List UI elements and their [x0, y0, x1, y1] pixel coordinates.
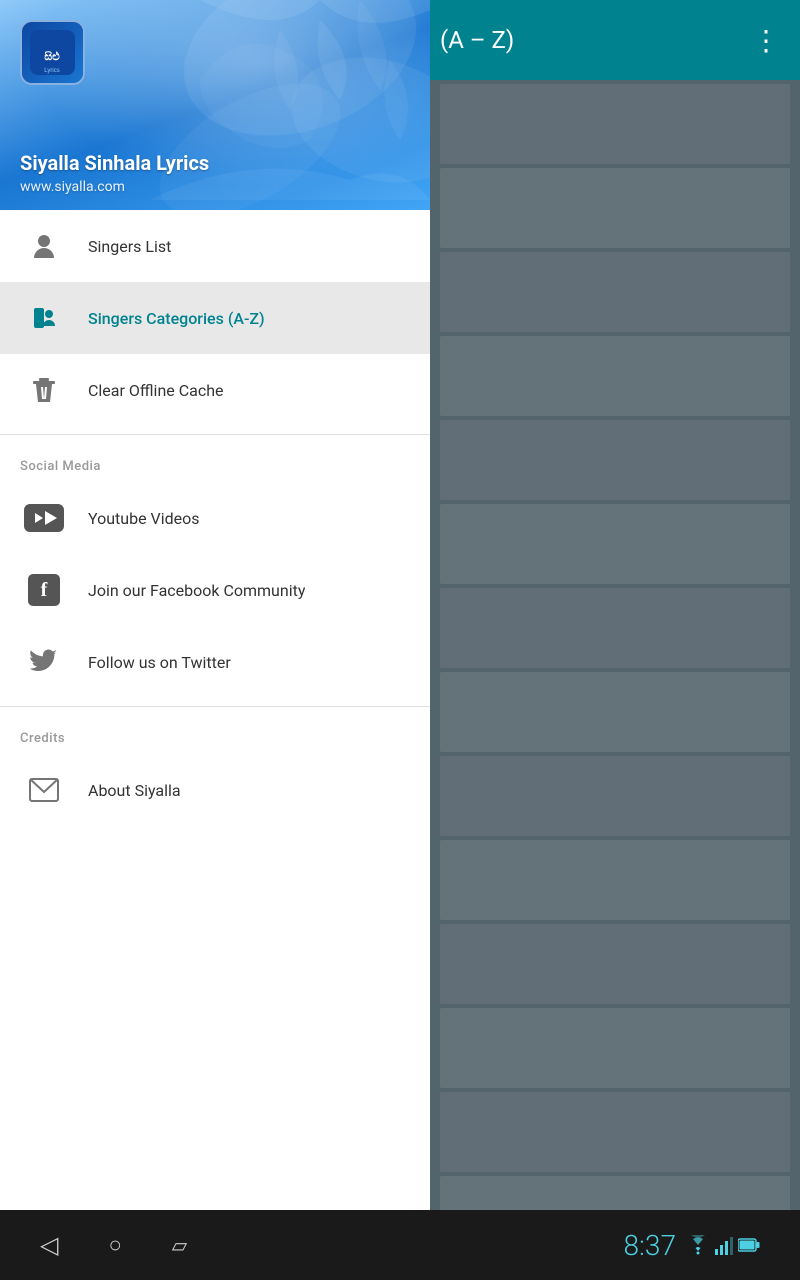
recents-button[interactable]: ▱: [172, 1233, 187, 1257]
signal-bars-icon: [715, 1235, 733, 1255]
singers-list-label: Singers List: [88, 237, 171, 256]
drawer-item-youtube[interactable]: Youtube Videos: [0, 482, 430, 554]
contacts-icon: [20, 294, 68, 342]
wifi-icon: [686, 1235, 710, 1255]
status-bar: ◁ ○ ▱ 8:37: [0, 1210, 800, 1280]
page-title: (A – Z): [440, 26, 514, 54]
trash-icon: [20, 366, 68, 414]
drawer-item-singers-categories[interactable]: Singers Categories (A-Z): [0, 282, 430, 354]
back-button[interactable]: ◁: [40, 1231, 58, 1259]
svg-text:Lyrics: Lyrics: [44, 68, 59, 74]
clear-cache-label: Clear Offline Cache: [88, 381, 224, 400]
navigation-drawer: සිළු Lyrics Siyalla Sinhala Lyrics www.s…: [0, 0, 430, 1210]
home-button[interactable]: ○: [108, 1232, 121, 1258]
time-display: 8:37: [624, 1229, 676, 1262]
youtube-icon: [20, 494, 68, 542]
about-label: About Siyalla: [88, 781, 181, 800]
twitter-icon: [20, 638, 68, 686]
facebook-icon: f: [20, 566, 68, 614]
youtube-label: Youtube Videos: [88, 509, 200, 528]
app-logo: සිළු Lyrics: [20, 20, 85, 85]
drawer-item-twitter[interactable]: Follow us on Twitter: [0, 626, 430, 698]
signal-icons: [686, 1235, 760, 1255]
overflow-menu-button[interactable]: ⋮: [752, 24, 780, 57]
drawer-item-about[interactable]: About Siyalla: [0, 754, 430, 826]
social-media-section-header: Social Media: [0, 443, 430, 482]
divider-1: [0, 434, 430, 435]
twitter-label: Follow us on Twitter: [88, 653, 231, 672]
drawer-overlay[interactable]: [430, 80, 800, 1210]
singers-categories-label: Singers Categories (A-Z): [88, 309, 265, 328]
drawer-item-singers-list[interactable]: Singers List: [0, 210, 430, 282]
drawer-items-list: Singers List Singers Categories (A-Z): [0, 210, 430, 1210]
status-right: 8:37: [624, 1229, 760, 1262]
drawer-item-clear-cache[interactable]: Clear Offline Cache: [0, 354, 430, 426]
facebook-label: Join our Facebook Community: [88, 581, 305, 600]
credits-section-header: Credits: [0, 715, 430, 754]
divider-2: [0, 706, 430, 707]
drawer-item-facebook[interactable]: f Join our Facebook Community: [0, 554, 430, 626]
svg-text:සිළු: සිළු: [44, 50, 60, 63]
drawer-header: සිළු Lyrics Siyalla Sinhala Lyrics www.s…: [0, 0, 430, 210]
drawer-app-url: www.siyalla.com: [20, 179, 125, 195]
app-logo-inner: සිළු Lyrics: [22, 22, 83, 83]
navigation-buttons: ◁ ○ ▱: [40, 1231, 187, 1259]
email-icon: [20, 766, 68, 814]
drawer-app-name: Siyalla Sinhala Lyrics: [20, 151, 209, 175]
battery-icon: [738, 1237, 760, 1253]
person-icon: [20, 222, 68, 270]
